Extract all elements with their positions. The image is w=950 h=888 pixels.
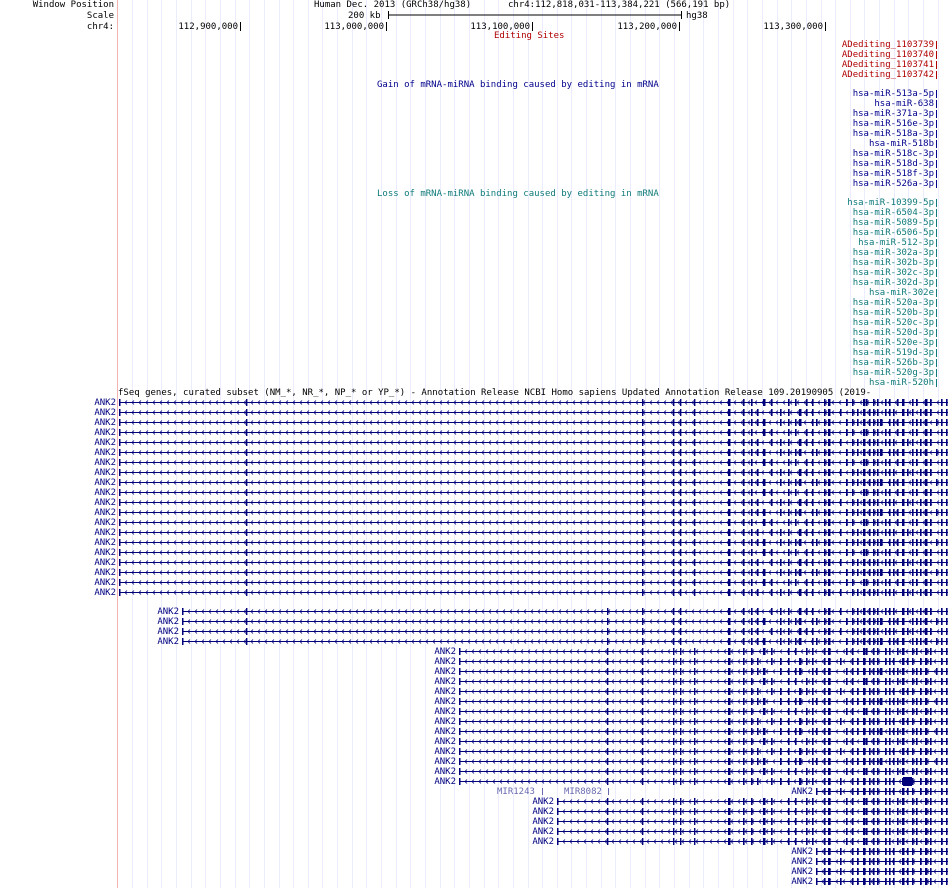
gene-model[interactable] xyxy=(816,788,948,795)
gene-model[interactable] xyxy=(459,748,948,755)
gene-tracks-svg[interactable] xyxy=(0,0,950,888)
gene-model[interactable] xyxy=(182,638,948,645)
gene-model[interactable] xyxy=(459,758,948,765)
gene-model[interactable] xyxy=(119,479,948,486)
gene-model[interactable] xyxy=(459,738,948,745)
gene-model[interactable] xyxy=(182,628,948,635)
gene-model[interactable] xyxy=(119,589,948,596)
gene-model[interactable] xyxy=(459,777,948,786)
gene-model[interactable] xyxy=(816,868,948,875)
gene-model[interactable] xyxy=(557,828,948,835)
gene-model[interactable] xyxy=(459,668,948,675)
gene-model[interactable] xyxy=(119,459,948,466)
gene-model[interactable] xyxy=(119,399,948,406)
gene-model[interactable] xyxy=(557,808,948,815)
gene-model[interactable] xyxy=(459,768,948,775)
gene-model[interactable] xyxy=(459,648,948,655)
gene-model[interactable] xyxy=(182,608,948,615)
gene-model[interactable] xyxy=(119,509,948,516)
genome-browser-view: Window Position Scale chr4: Human Dec. 2… xyxy=(0,0,950,888)
gene-model[interactable] xyxy=(557,838,948,845)
gene-model[interactable] xyxy=(816,878,948,885)
mir-gene-mark[interactable] xyxy=(608,788,609,795)
gene-model[interactable] xyxy=(119,579,948,586)
gene-model[interactable] xyxy=(119,419,948,426)
gene-model[interactable] xyxy=(557,798,948,805)
gene-model[interactable] xyxy=(119,489,948,496)
gene-model[interactable] xyxy=(119,469,948,476)
gene-model[interactable] xyxy=(459,678,948,685)
gene-model[interactable] xyxy=(459,728,948,735)
gene-model[interactable] xyxy=(119,559,948,566)
gene-model[interactable] xyxy=(119,439,948,446)
gene-model[interactable] xyxy=(816,858,948,865)
gene-model[interactable] xyxy=(119,409,948,416)
mir-gene-mark[interactable] xyxy=(542,788,543,795)
gene-model[interactable] xyxy=(459,708,948,715)
gene-model[interactable] xyxy=(459,688,948,695)
gene-model[interactable] xyxy=(119,539,948,546)
gene-model[interactable] xyxy=(119,429,948,436)
gene-model[interactable] xyxy=(119,529,948,536)
gene-model[interactable] xyxy=(459,718,948,725)
gene-model[interactable] xyxy=(816,848,948,855)
gene-model[interactable] xyxy=(182,618,948,625)
gene-model[interactable] xyxy=(459,698,948,705)
gene-model[interactable] xyxy=(119,519,948,526)
gene-model[interactable] xyxy=(119,549,948,556)
gene-model[interactable] xyxy=(119,449,948,456)
gene-model[interactable] xyxy=(557,818,948,825)
gene-model[interactable] xyxy=(119,499,948,506)
gene-model[interactable] xyxy=(119,569,948,576)
gene-model[interactable] xyxy=(459,658,948,665)
